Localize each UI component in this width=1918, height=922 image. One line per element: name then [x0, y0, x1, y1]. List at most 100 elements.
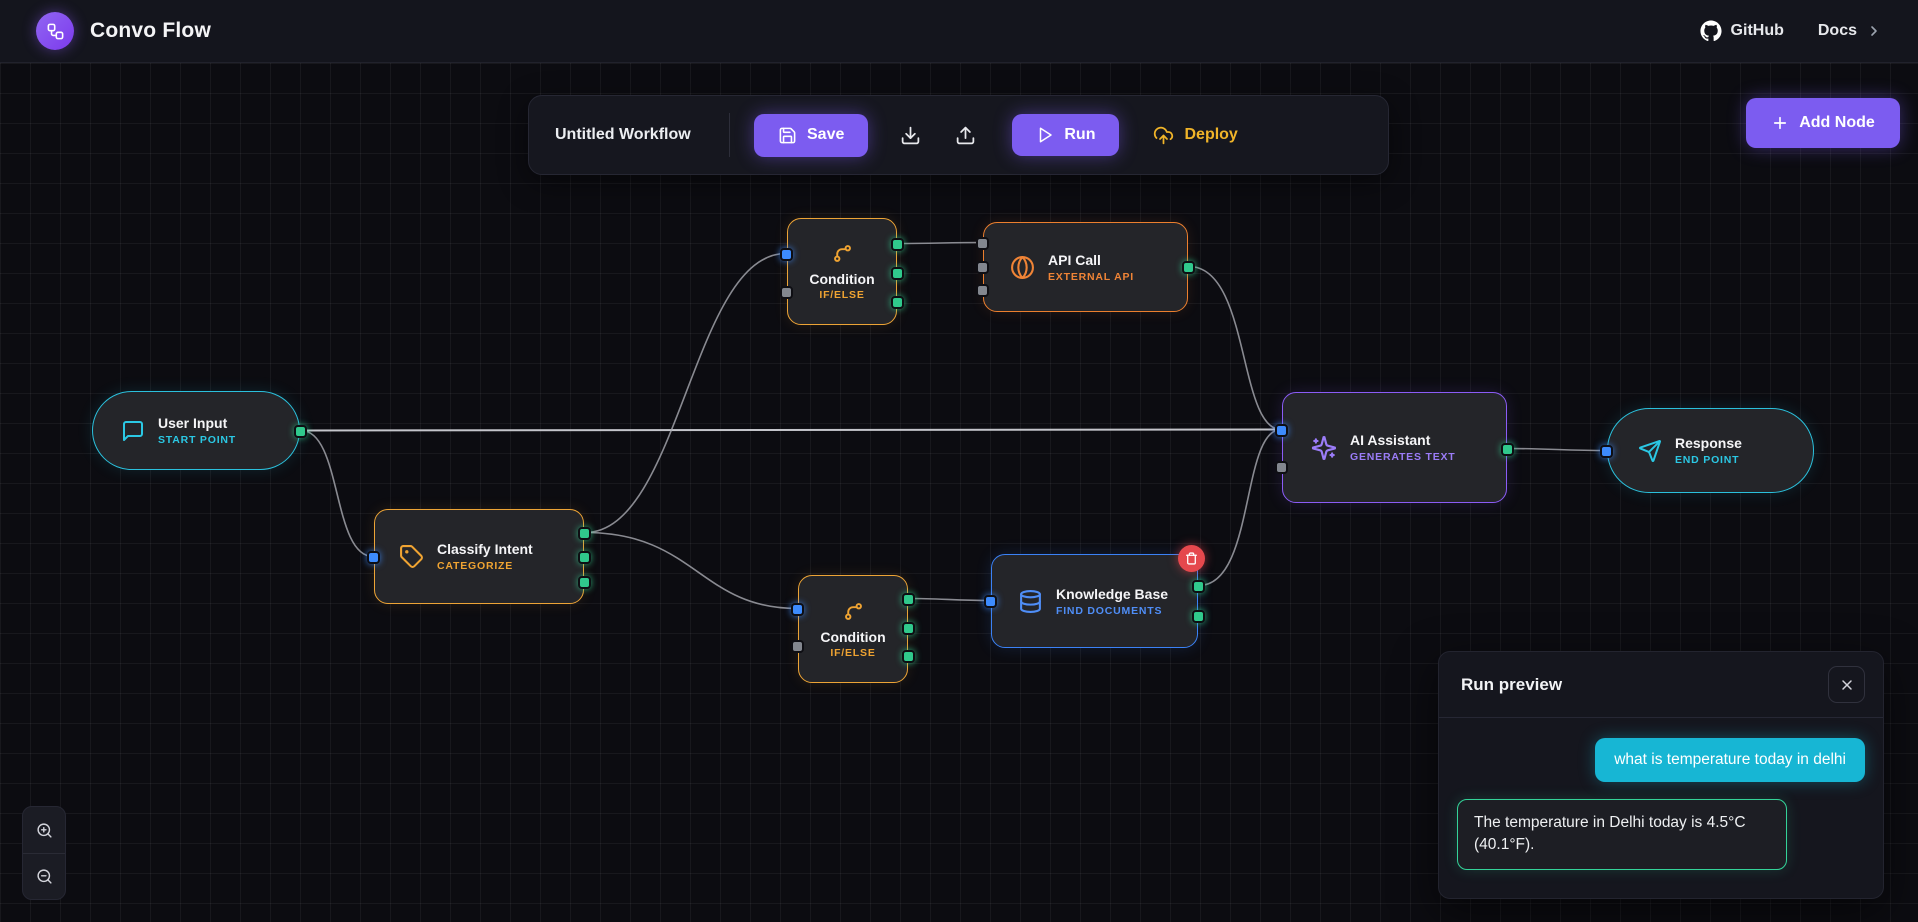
node-response[interactable]: Response END POINT: [1607, 408, 1814, 493]
zoom-in-button[interactable]: [23, 807, 65, 853]
github-label: GitHub: [1731, 22, 1784, 40]
node-subtitle: END POINT: [1675, 454, 1742, 466]
run-preview-title: Run preview: [1461, 675, 1562, 695]
workflow-name-input[interactable]: [555, 126, 723, 144]
input-handle[interactable]: [976, 284, 989, 297]
input-handle[interactable]: [780, 286, 793, 299]
input-handle[interactable]: [984, 595, 997, 608]
download-button[interactable]: [890, 115, 931, 156]
output-handle[interactable]: [1192, 610, 1205, 623]
output-handle[interactable]: [891, 238, 904, 251]
sparkles-icon: [1311, 435, 1337, 461]
delete-node-button[interactable]: [1178, 545, 1205, 572]
output-handle[interactable]: [578, 551, 591, 564]
output-handle[interactable]: [902, 622, 915, 635]
save-label: Save: [807, 126, 844, 144]
app-title: Convo Flow: [90, 19, 211, 43]
node-title: Response: [1675, 435, 1742, 451]
edge-classify-condition-top: [585, 254, 786, 533]
user-message-bubble: what is temperature today in delhi: [1595, 738, 1865, 782]
input-handle[interactable]: [976, 261, 989, 274]
zoom-controls: [22, 806, 66, 900]
input-handle[interactable]: [791, 640, 804, 653]
node-classify-intent[interactable]: Classify Intent CATEGORIZE: [374, 509, 584, 604]
assistant-message-row: The temperature in Delhi today is 4.5°C …: [1457, 799, 1865, 870]
import-export-group: [890, 115, 986, 156]
run-label: Run: [1064, 126, 1095, 144]
node-knowledge-base[interactable]: Knowledge Base FIND DOCUMENTS: [991, 554, 1198, 648]
app-root: Convo Flow GitHub Docs: [0, 0, 1918, 922]
input-handle[interactable]: [976, 237, 989, 250]
branch-icon: [842, 600, 865, 623]
node-subtitle: IF/ELSE: [819, 289, 864, 301]
zoom-out-button[interactable]: [23, 853, 65, 899]
node-subtitle: CATEGORIZE: [437, 560, 533, 572]
node-condition-top[interactable]: Condition IF/ELSE: [787, 218, 897, 325]
upload-button[interactable]: [945, 115, 986, 156]
run-button[interactable]: Run: [1012, 114, 1119, 156]
input-handle[interactable]: [1275, 424, 1288, 437]
flow-canvas[interactable]: User Input START POINT Classify Intent C…: [0, 63, 1918, 922]
input-handle[interactable]: [1275, 461, 1288, 474]
output-handle[interactable]: [1501, 443, 1514, 456]
globe-icon: [1010, 255, 1035, 280]
output-handle[interactable]: [294, 425, 307, 438]
database-icon: [1018, 589, 1043, 614]
node-title: Condition: [820, 629, 885, 645]
output-handle[interactable]: [578, 576, 591, 589]
docs-label: Docs: [1818, 22, 1857, 40]
deploy-button[interactable]: Deploy: [1147, 115, 1243, 156]
output-handle[interactable]: [1192, 580, 1205, 593]
output-handle[interactable]: [891, 267, 904, 280]
node-subtitle: FIND DOCUMENTS: [1056, 605, 1168, 617]
chat-messages: what is temperature today in delhi The t…: [1439, 718, 1883, 898]
output-handle[interactable]: [891, 296, 904, 309]
docs-link[interactable]: Docs: [1818, 22, 1882, 40]
node-condition-bottom[interactable]: Condition IF/ELSE: [798, 575, 908, 683]
assistant-message-bubble: The temperature in Delhi today is 4.5°C …: [1457, 799, 1787, 870]
workflow-toolbar: Save Run: [528, 95, 1389, 175]
edge-apicall-aiassistant: [1189, 267, 1281, 430]
branch-icon: [831, 242, 854, 265]
run-preview-header: Run preview: [1439, 652, 1883, 718]
zoom-in-icon: [36, 822, 53, 839]
toolbar-divider: [729, 113, 730, 157]
play-icon: [1036, 126, 1054, 144]
cloud-upload-icon: [1153, 125, 1174, 146]
node-subtitle: IF/ELSE: [830, 647, 875, 659]
edge-classify-condition-bottom: [585, 533, 797, 609]
save-icon: [778, 126, 797, 145]
add-node-label: Add Node: [1799, 114, 1875, 132]
save-button[interactable]: Save: [754, 114, 868, 157]
node-title: AI Assistant: [1350, 432, 1456, 448]
node-ai-assistant[interactable]: AI Assistant GENERATES TEXT: [1282, 392, 1507, 503]
trash-icon: [1185, 552, 1198, 565]
output-handle[interactable]: [902, 650, 915, 663]
output-handle[interactable]: [578, 527, 591, 540]
node-title: User Input: [158, 415, 236, 431]
output-handle[interactable]: [1182, 261, 1195, 274]
node-title: Knowledge Base: [1056, 586, 1168, 602]
message-icon: [121, 419, 145, 443]
output-handle[interactable]: [902, 593, 915, 606]
input-handle[interactable]: [791, 603, 804, 616]
node-title: API Call: [1048, 252, 1134, 268]
upload-icon: [955, 125, 976, 146]
app-logo-icon: [36, 12, 74, 50]
node-api-call[interactable]: API Call EXTERNAL API: [983, 222, 1188, 312]
edge-condition-apicall: [898, 243, 982, 244]
node-subtitle: EXTERNAL API: [1048, 271, 1134, 283]
input-handle[interactable]: [780, 248, 793, 261]
input-handle[interactable]: [367, 551, 380, 564]
node-title: Condition: [809, 271, 874, 287]
plus-icon: [1771, 114, 1789, 132]
node-subtitle: GENERATES TEXT: [1350, 451, 1456, 463]
edge-knowledgebase-aiassistant: [1199, 430, 1281, 586]
github-link[interactable]: GitHub: [1700, 20, 1784, 42]
node-user-input[interactable]: User Input START POINT: [92, 391, 300, 470]
close-preview-button[interactable]: [1828, 666, 1865, 703]
edge-userinput-aiassistant: [301, 430, 1281, 431]
add-node-button[interactable]: Add Node: [1746, 98, 1900, 148]
input-handle[interactable]: [1600, 445, 1613, 458]
download-icon: [900, 125, 921, 146]
